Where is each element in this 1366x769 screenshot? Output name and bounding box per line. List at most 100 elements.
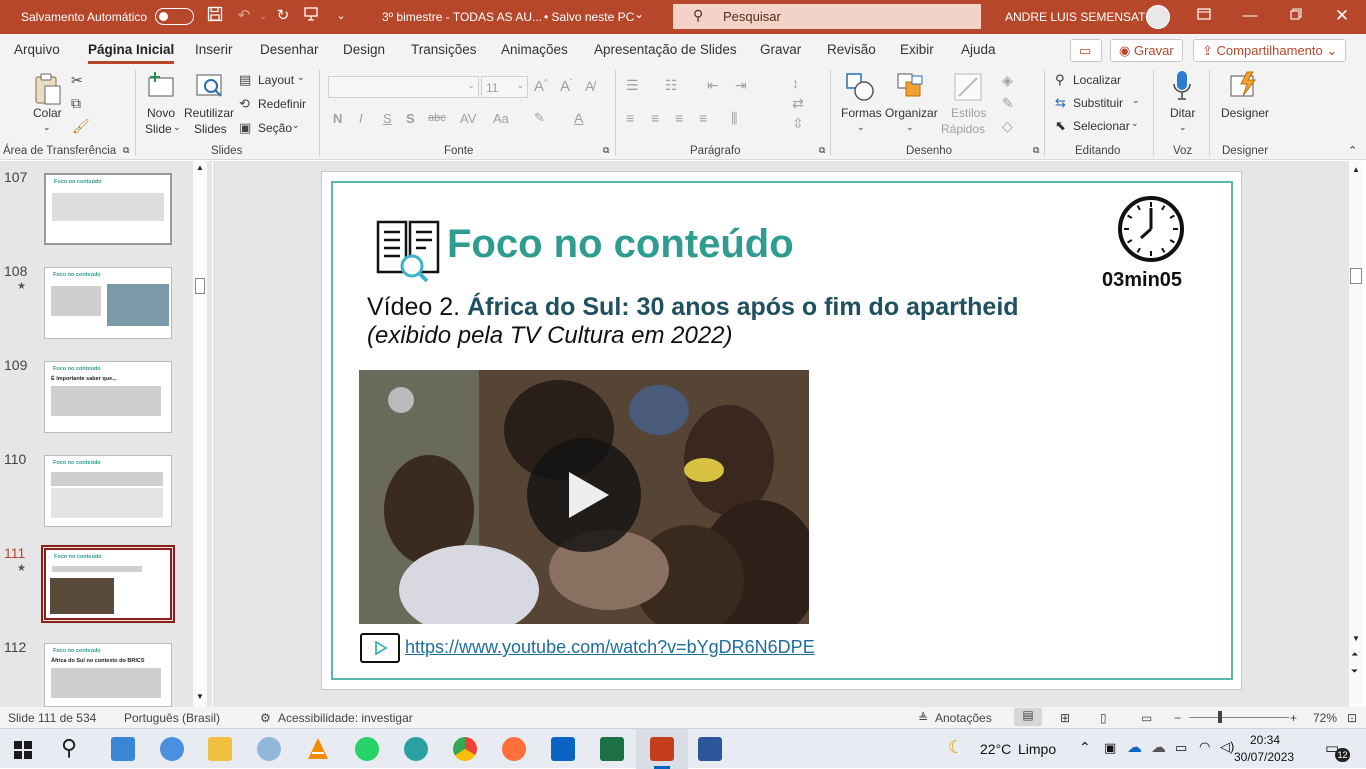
- layout-label[interactable]: Layout: [258, 73, 294, 87]
- dialog-launcher-icon[interactable]: ⧉: [1033, 145, 1039, 156]
- tab-inserir[interactable]: Inserir: [195, 42, 233, 57]
- layout-icon[interactable]: ▤: [239, 72, 251, 88]
- slide-thumbnail-111[interactable]: Foco no conteúdo: [41, 545, 175, 623]
- chevron-down-icon[interactable]: ⌄: [1179, 122, 1187, 133]
- grow-font-icon[interactable]: A^: [534, 78, 548, 95]
- tab-revisao[interactable]: Revisão: [827, 42, 876, 57]
- word-icon[interactable]: [698, 737, 722, 761]
- section-label[interactable]: Seção: [258, 121, 292, 135]
- video-link[interactable]: https://www.youtube.com/watch?v=bYgDR6N6…: [405, 637, 815, 658]
- slide-thumbnail-107[interactable]: Foco no conteúdo: [44, 173, 172, 245]
- zoom-slider[interactable]: [1189, 717, 1289, 718]
- video-player[interactable]: [359, 370, 809, 624]
- notes-icon[interactable]: ≜: [918, 711, 928, 725]
- tray-chevron-icon[interactable]: ⌃: [1079, 739, 1091, 756]
- clear-format-icon[interactable]: A̸: [585, 78, 594, 94]
- scroll-up-icon[interactable]: ▲: [196, 163, 204, 172]
- new-slide-label-2[interactable]: Slide: [145, 122, 172, 136]
- scroll-down-icon[interactable]: ▼: [196, 692, 204, 701]
- panel-scrollbar[interactable]: ▲ ▼: [193, 161, 207, 707]
- undo-dropdown-icon[interactable]: ⌄: [253, 6, 273, 26]
- chevron-down-icon[interactable]: ⌄: [857, 122, 865, 133]
- autosave-toggle[interactable]: [155, 8, 194, 25]
- paste-icon[interactable]: [33, 72, 63, 106]
- chevron-down-icon[interactable]: ⌄: [906, 122, 914, 133]
- quick-styles-label-1[interactable]: Estilos: [951, 106, 986, 120]
- align-left-icon[interactable]: ≡: [626, 110, 634, 126]
- control-panel-icon[interactable]: [111, 737, 135, 761]
- text-direction-icon[interactable]: ⇄: [792, 95, 804, 112]
- select-icon[interactable]: ⬉: [1055, 118, 1066, 134]
- saved-status[interactable]: • Salvo neste PC: [544, 10, 634, 24]
- previous-slide-icon[interactable]: ⏶: [1351, 649, 1358, 660]
- new-slide-label-1[interactable]: Novo: [147, 106, 175, 120]
- volume-icon[interactable]: ◁): [1220, 739, 1234, 755]
- italic-button[interactable]: I: [359, 111, 363, 126]
- tab-exibir[interactable]: Exibir: [900, 42, 934, 57]
- canvas-scrollbar[interactable]: ▲ ▼ ⏶ ⏷: [1349, 161, 1363, 707]
- reuse-label-2[interactable]: Slides: [194, 122, 227, 136]
- weather-temp[interactable]: 22°C: [980, 741, 1011, 757]
- save-icon[interactable]: [205, 6, 225, 26]
- vlc-icon[interactable]: [306, 737, 330, 761]
- onedrive-icon[interactable]: ☁: [1127, 738, 1142, 756]
- whatsapp-icon[interactable]: [355, 737, 379, 761]
- increase-indent-icon[interactable]: ⇥: [735, 77, 747, 94]
- edge-icon[interactable]: [404, 737, 428, 761]
- app-icon[interactable]: [160, 737, 184, 761]
- columns-icon[interactable]: ⫼: [731, 110, 737, 127]
- reset-label[interactable]: Redefinir: [258, 97, 306, 111]
- align-right-icon[interactable]: ≡: [675, 110, 683, 126]
- reset-icon[interactable]: ⟲: [239, 96, 250, 112]
- underline-button[interactable]: S: [383, 111, 392, 126]
- zoom-in-icon[interactable]: +: [1290, 711, 1297, 725]
- scroll-up-icon[interactable]: ▲: [1352, 165, 1360, 174]
- font-name-input[interactable]: ⌄: [328, 76, 479, 98]
- zoom-out-icon[interactable]: −: [1174, 711, 1181, 725]
- accessibility-icon[interactable]: ⚙: [260, 711, 271, 725]
- dictate-label[interactable]: Ditar: [1170, 106, 1195, 120]
- quick-styles-icon[interactable]: [953, 72, 983, 105]
- scroll-down-icon[interactable]: ▼: [1352, 634, 1360, 643]
- copy-icon[interactable]: ⧉: [71, 95, 81, 112]
- next-slide-icon[interactable]: ⏷: [1351, 666, 1358, 677]
- slide-thumbnail-109[interactable]: Foco no conteúdo É importante saber que.…: [44, 361, 172, 433]
- dialog-launcher-icon[interactable]: ⧉: [123, 145, 129, 156]
- tab-animacoes[interactable]: Animações: [501, 42, 568, 57]
- shape-effects-icon[interactable]: ◇: [1002, 118, 1013, 135]
- find-icon[interactable]: ⚲: [1055, 72, 1065, 88]
- chevron-down-icon[interactable]: ⌄: [634, 7, 644, 21]
- select-label[interactable]: Selecionar: [1073, 119, 1130, 133]
- slide-thumbnail-112[interactable]: Foco no conteúdo África do Sul no contex…: [44, 643, 172, 707]
- dialog-launcher-icon[interactable]: ⧉: [603, 145, 609, 156]
- camera-icon[interactable]: ▣: [1104, 740, 1116, 756]
- shapes-icon[interactable]: [845, 72, 875, 105]
- search-icon[interactable]: ⚲: [61, 735, 77, 761]
- outlook-icon[interactable]: [551, 737, 575, 761]
- section-icon[interactable]: ▣: [239, 120, 251, 136]
- shape-fill-icon[interactable]: ◈: [1002, 72, 1013, 89]
- cloud-icon[interactable]: ☁: [1151, 738, 1166, 756]
- replace-label[interactable]: Substituir: [1073, 96, 1123, 110]
- font-size-input[interactable]: 11 ⌄: [481, 76, 528, 98]
- scroll-thumb[interactable]: [195, 278, 205, 294]
- restore-icon[interactable]: [1286, 6, 1306, 26]
- file-explorer-icon[interactable]: [208, 737, 232, 761]
- tab-desenhar[interactable]: Desenhar: [260, 42, 319, 57]
- tab-gravar[interactable]: Gravar: [760, 42, 801, 57]
- designer-label[interactable]: Designer: [1221, 106, 1269, 120]
- arrange-icon[interactable]: [896, 72, 926, 105]
- slide-thumbnail-110[interactable]: Foco no conteúdo: [44, 455, 172, 527]
- tab-pagina-inicial[interactable]: Página Inicial: [88, 42, 175, 64]
- excel-icon[interactable]: [600, 737, 624, 761]
- reuse-slides-icon[interactable]: [195, 72, 225, 103]
- customize-toolbar-icon[interactable]: ⌄: [331, 6, 351, 26]
- char-spacing-icon[interactable]: AV: [460, 111, 476, 126]
- designer-icon[interactable]: [1229, 70, 1259, 103]
- slide-thumbnail-108[interactable]: Foco no conteúdo: [44, 267, 172, 339]
- powerpoint-taskbar-button[interactable]: [636, 729, 688, 769]
- highlight-icon[interactable]: ✎: [534, 110, 545, 126]
- avatar[interactable]: [1146, 5, 1170, 29]
- battery-icon[interactable]: ▭: [1175, 740, 1187, 756]
- wifi-icon[interactable]: ◠: [1199, 739, 1210, 755]
